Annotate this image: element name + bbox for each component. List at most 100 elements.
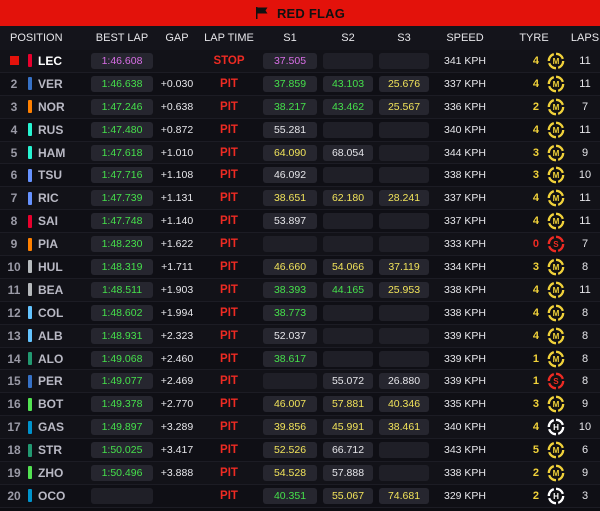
table-row[interactable]: 2 VER 1:46.638 +0.030 PIT 37.859 43.103 25.676 3… — [0, 72, 600, 96]
header-best-lap[interactable]: BEST LAP — [88, 32, 156, 44]
table-row[interactable]: 9 PIA 1:48.230 +1.622 PIT 333 KPH 0 S 7 — [0, 233, 600, 257]
speed: 335 KPH — [443, 398, 487, 411]
table-row[interactable]: LEC 1:46.608 STOP 37.505 341 KPH 4 M 11 — [0, 50, 600, 73]
sector-s1: 52.037 — [263, 327, 317, 344]
team-color-bar — [28, 329, 32, 343]
best-lap — [91, 487, 153, 504]
driver-code: COL — [38, 305, 64, 320]
position-number: 4 — [10, 122, 18, 137]
position-number: 3 — [10, 99, 18, 114]
table-row[interactable]: 19 ZHO 1:50.496 +3.888 PIT 54.528 57.888 338 KP… — [0, 462, 600, 485]
header-s1[interactable]: S1 — [260, 32, 320, 44]
table-row[interactable]: 14 ALO 1:49.068 +2.460 PIT 38.617 339 KPH 1 M 8 — [0, 347, 600, 371]
sector-s2 — [323, 167, 373, 184]
team-color-bar — [28, 489, 32, 503]
sector-s2: 57.888 — [323, 464, 373, 481]
table-row[interactable]: 6 TSU 1:47.716 +1.108 PIT 46.092 338 KPH 3 M 10 — [0, 164, 600, 188]
laps-count: 10 — [578, 169, 592, 182]
header-gap[interactable]: GAP — [156, 32, 198, 44]
header-speed[interactable]: SPEED — [432, 32, 498, 44]
sector-s2: 43.462 — [323, 98, 373, 115]
table-row[interactable]: 8 SAI 1:47.748 +1.140 PIT 53.897 337 KPH 4 M 11 — [0, 210, 600, 234]
sector-s3 — [379, 121, 429, 138]
tyre-compound-icon: M — [542, 75, 570, 93]
driver[interactable]: ALO — [28, 352, 88, 366]
lap-time-status: STOP — [213, 54, 245, 67]
team-color-bar — [28, 260, 32, 274]
sector-s3: 38.461 — [379, 419, 429, 436]
driver[interactable]: HAM — [28, 146, 88, 160]
lap-time-status: PIT — [220, 77, 238, 90]
driver[interactable]: STR — [28, 443, 88, 457]
header-s3[interactable]: S3 — [376, 32, 432, 44]
driver[interactable]: RUS — [28, 123, 88, 137]
header-tyre[interactable]: TYRE — [498, 32, 570, 44]
sector-s2: 54.066 — [323, 258, 373, 275]
header-position[interactable]: POSITION — [0, 32, 88, 44]
sector-s2 — [323, 213, 373, 230]
sector-s2: 44.165 — [323, 281, 373, 298]
driver[interactable]: VER — [28, 77, 88, 91]
table-row[interactable]: 10 HUL 1:48.319 +1.711 PIT 46.660 54.066 37.119… — [0, 256, 600, 279]
table-row[interactable]: 12 COL 1:48.602 +1.994 PIT 38.773 338 KPH 4 M 8 — [0, 301, 600, 325]
driver[interactable]: PER — [28, 374, 88, 388]
header-s2[interactable]: S2 — [320, 32, 376, 44]
gap: +0.638 — [160, 100, 194, 113]
driver[interactable]: ZHO — [28, 466, 88, 480]
team-color-bar — [28, 100, 32, 114]
table-row[interactable]: 11 BEA 1:48.511 +1.903 PIT 38.393 44.165 25.953… — [0, 278, 600, 302]
driver[interactable]: LEC — [28, 54, 88, 68]
lap-time-status: PIT — [220, 329, 238, 342]
driver[interactable]: COL — [28, 306, 88, 320]
tyre-compound-letter: M — [553, 148, 560, 157]
timing-table: LEC 1:46.608 STOP 37.505 341 KPH 4 M 11 2 VER 1:46… — [0, 50, 600, 508]
sector-s3: 28.241 — [379, 190, 429, 207]
table-row[interactable]: 20 OCO PIT 40.351 55.067 74.681 329 KPH 2 H 3 — [0, 484, 600, 508]
position-number: 12 — [7, 305, 21, 320]
table-row[interactable]: 18 STR 1:50.025 +3.417 PIT 52.526 66.712 343 KP… — [0, 439, 600, 463]
best-lap: 1:47.618 — [91, 144, 153, 161]
best-lap: 1:49.378 — [91, 396, 153, 413]
driver[interactable]: NOR — [28, 100, 88, 114]
sector-s3 — [379, 52, 429, 69]
driver[interactable]: BEA — [28, 283, 88, 297]
driver[interactable]: GAS — [28, 420, 88, 434]
table-row[interactable]: 5 HAM 1:47.618 +1.010 PIT 64.090 68.054 344 KPH… — [0, 141, 600, 165]
driver[interactable]: RIC — [28, 191, 88, 205]
table-row[interactable]: 13 ALB 1:48.931 +2.323 PIT 52.037 339 KPH 4 M 8 — [0, 324, 600, 348]
team-color-bar — [28, 397, 32, 411]
tyre-compound-letter: M — [553, 332, 560, 341]
driver[interactable]: SAI — [28, 214, 88, 228]
laps-count: 8 — [581, 306, 589, 319]
laps-count: 7 — [581, 238, 589, 251]
speed: 334 KPH — [443, 260, 487, 273]
driver[interactable]: BOT — [28, 397, 88, 411]
sector-s3 — [379, 442, 429, 459]
position-number: 15 — [7, 374, 21, 389]
table-row[interactable]: 3 NOR 1:47.246 +0.638 PIT 38.217 43.462 25.567 3… — [0, 95, 600, 119]
table-row[interactable]: 15 PER 1:49.077 +2.469 PIT 55.072 26.880 339 KP… — [0, 370, 600, 394]
driver[interactable]: PIA — [28, 237, 88, 251]
table-row[interactable]: 7 RIC 1:47.739 +1.131 PIT 38.651 62.180 28.241 3… — [0, 187, 600, 211]
sector-s1: 38.393 — [263, 281, 317, 298]
lap-time-status: PIT — [220, 192, 238, 205]
laps-count: 3 — [581, 489, 589, 502]
header-laps[interactable]: LAPS — [570, 32, 600, 44]
driver[interactable]: TSU — [28, 168, 88, 182]
sector-s2 — [323, 236, 373, 253]
table-row[interactable]: 17 GAS 1:49.897 +3.289 PIT 39.856 45.991 38.461… — [0, 416, 600, 440]
position-number: 5 — [10, 145, 18, 160]
tyre-compound-letter: M — [553, 103, 560, 112]
driver[interactable]: ALB — [28, 329, 88, 343]
table-row[interactable]: 4 RUS 1:47.480 +0.872 PIT 55.281 340 KPH 4 M 11 — [0, 118, 600, 142]
driver[interactable]: OCO — [28, 489, 88, 503]
team-color-bar — [28, 123, 32, 137]
tyre-age: 3 — [532, 146, 539, 159]
laps-count: 11 — [579, 54, 591, 67]
header-lap-time[interactable]: LAP TIME — [198, 32, 260, 44]
lap-time-status: PIT — [220, 215, 238, 228]
driver[interactable]: HUL — [28, 260, 88, 274]
table-row[interactable]: 16 BOT 1:49.378 +2.770 PIT 46.007 57.881 40.346… — [0, 393, 600, 417]
tyre-compound-letter: S — [553, 240, 559, 249]
checkered-flag-icon — [255, 7, 268, 19]
